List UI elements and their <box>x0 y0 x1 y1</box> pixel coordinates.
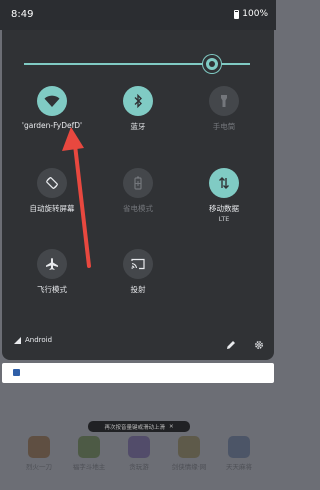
annotation-arrow <box>62 127 91 268</box>
